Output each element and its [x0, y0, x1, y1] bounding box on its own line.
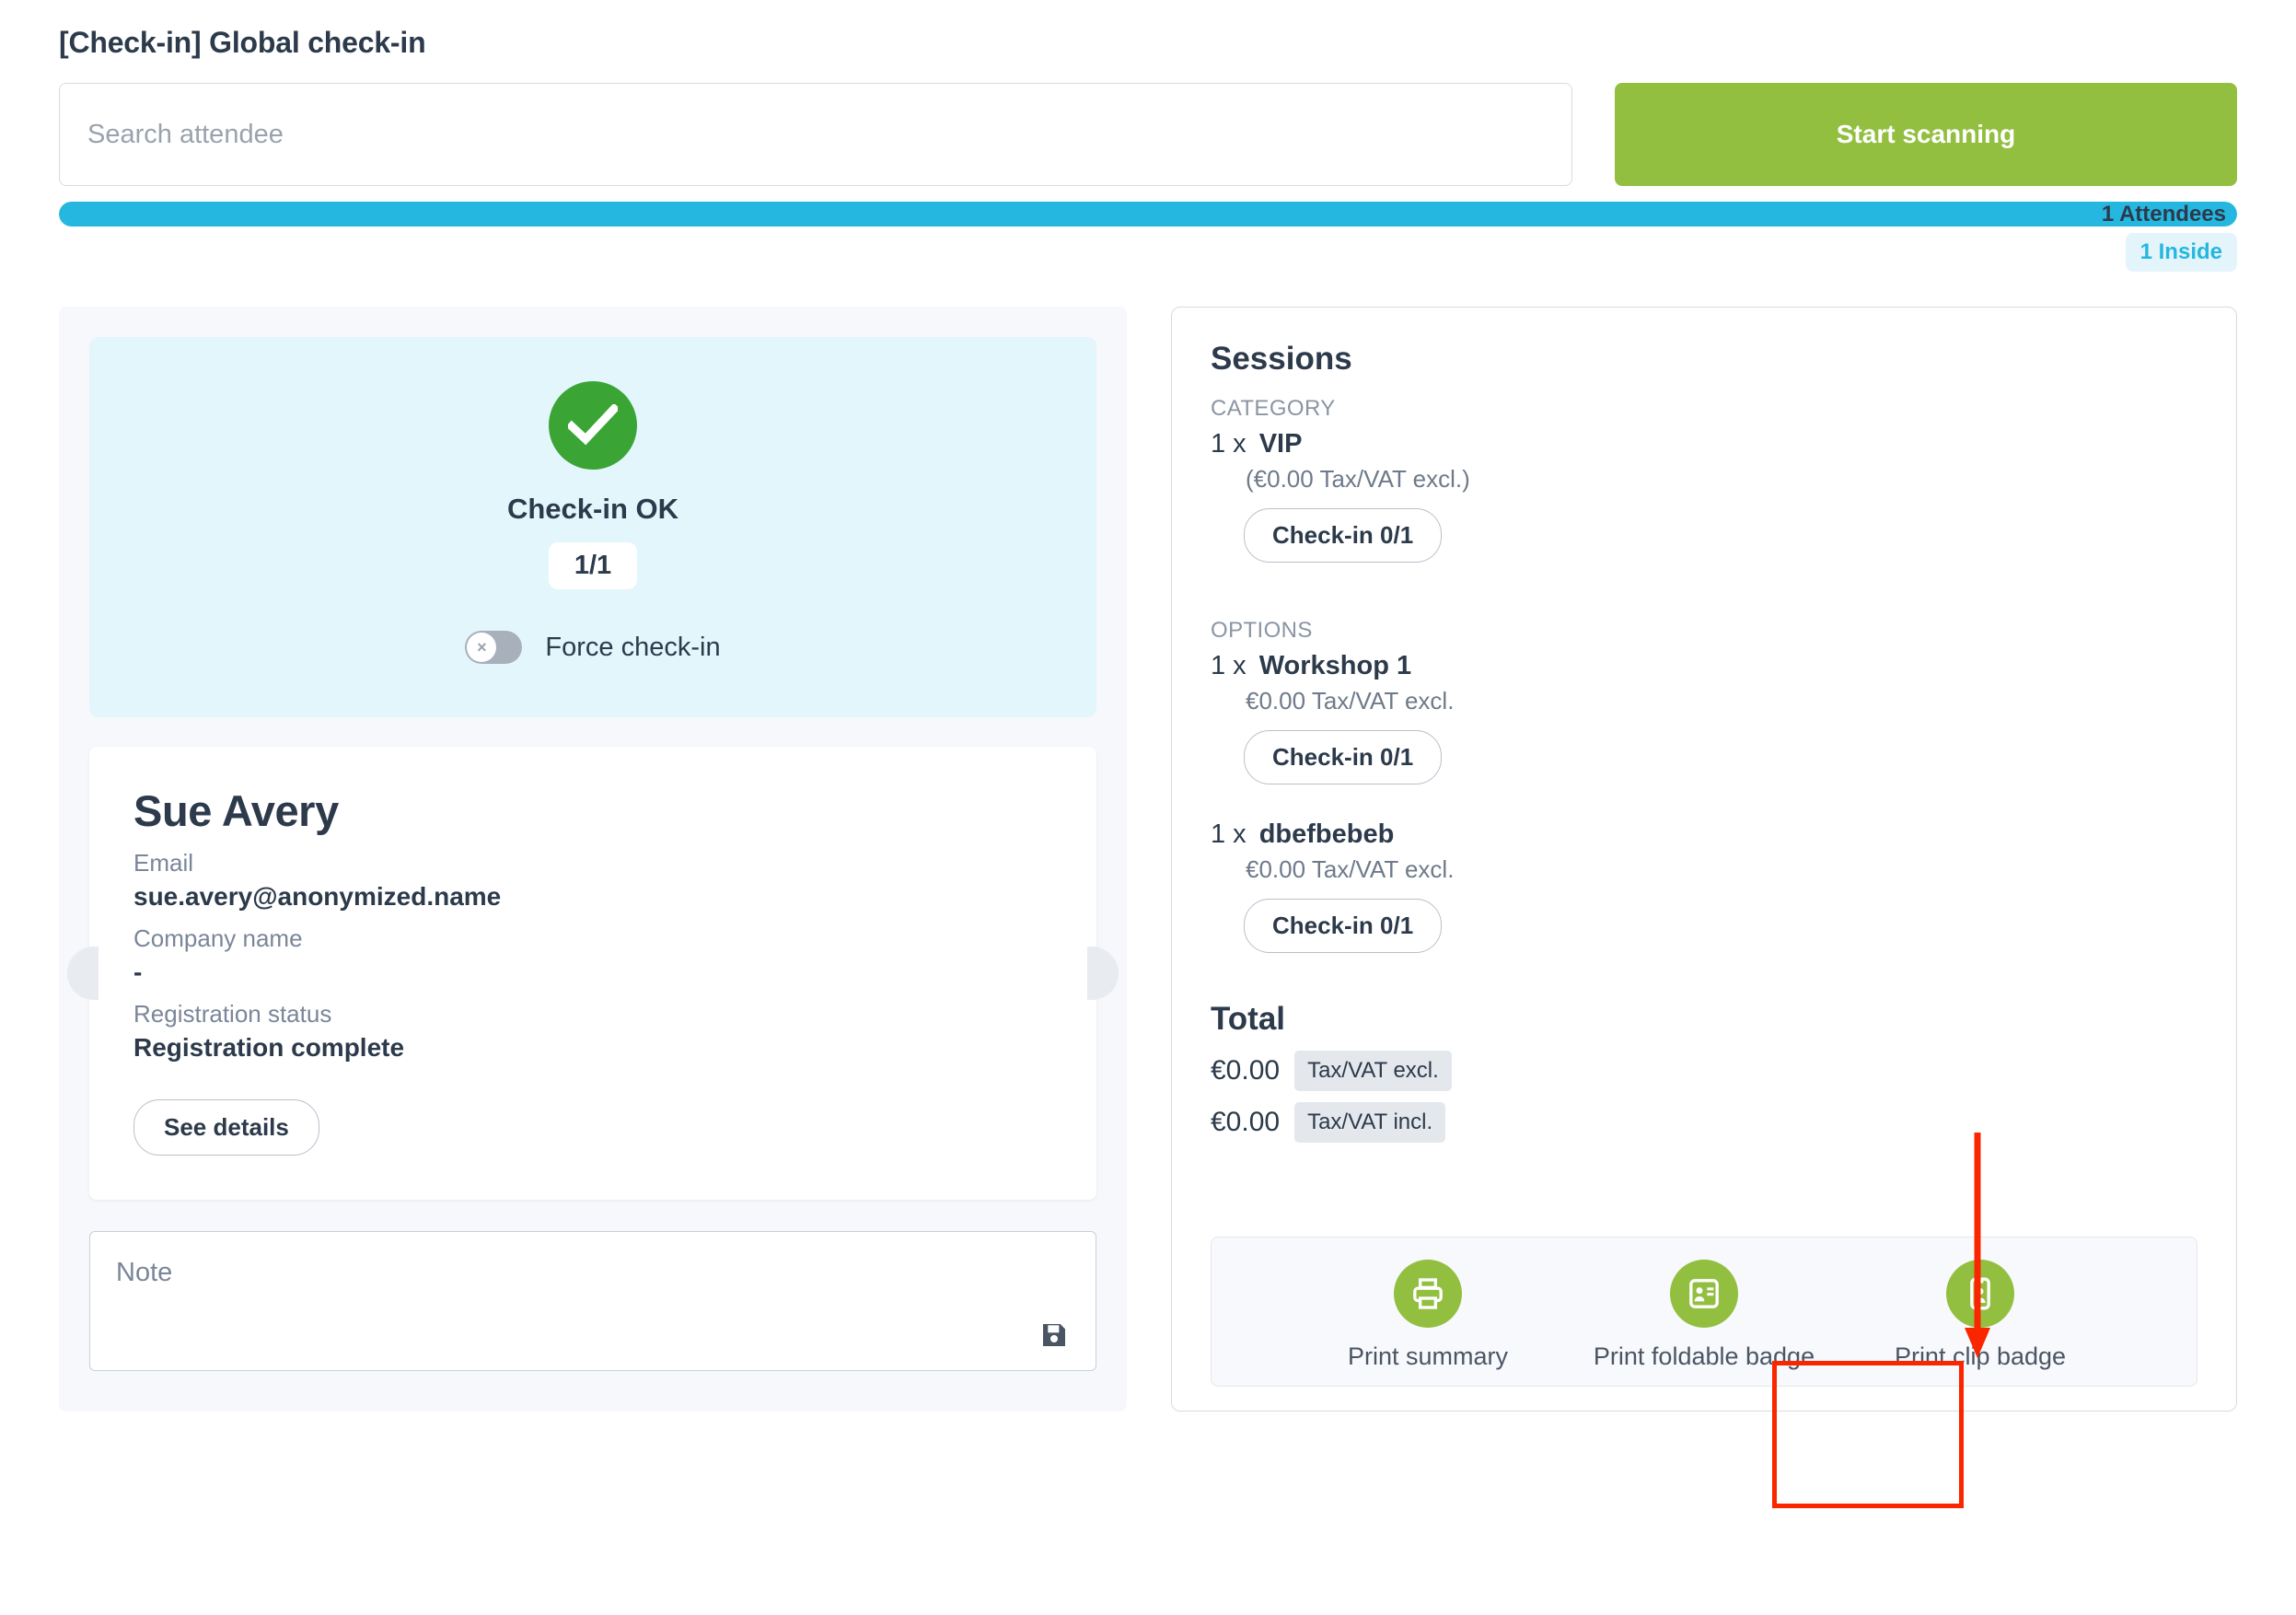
progress-track	[59, 202, 2237, 227]
force-checkin-row: × Force check-in	[108, 631, 1078, 664]
attendee-card: Sue Avery Email sue.avery@anonymized.nam…	[67, 747, 1119, 1200]
inside-badge: 1 Inside	[2125, 233, 2237, 272]
print-foldable-badge-label: Print foldable badge	[1593, 1342, 1815, 1370]
foldable-badge-icon	[1670, 1260, 1738, 1328]
search-row: Start scanning	[59, 83, 2237, 186]
check-success-icon	[549, 381, 637, 470]
start-scanning-button[interactable]: Start scanning	[1615, 83, 2237, 186]
sessions-group-category: CATEGORY 1 x VIP (€0.00 Tax/VAT excl.) C…	[1211, 396, 2197, 563]
search-input[interactable]	[59, 83, 1572, 186]
email-value: sue.avery@anonymized.name	[133, 882, 502, 911]
page-root: [Check-in] Global check-in Start scannin…	[0, 0, 2296, 1615]
session-qty: 1 x	[1211, 819, 1247, 849]
group-label-options: OPTIONS	[1211, 618, 1313, 643]
see-details-button[interactable]: See details	[133, 1099, 319, 1156]
print-clip-badge-label: Print clip badge	[1894, 1342, 2067, 1370]
email-label: Email	[133, 849, 194, 877]
print-actions-bar: Print summary Print foldable badge Print…	[1211, 1237, 2197, 1387]
registration-status-value: Registration complete	[133, 1033, 405, 1062]
total-row-incl: €0.00 Tax/VAT incl.	[1211, 1102, 2197, 1143]
checkin-count-badge: 1/1	[548, 542, 638, 589]
main-content: Check-in OK 1/1 × Force check-in Sue Ave…	[59, 307, 2237, 1412]
progress-fill	[59, 202, 2237, 227]
checkin-status-box: Check-in OK 1/1 × Force check-in	[89, 337, 1096, 717]
total-amount: €0.00	[1211, 1107, 1281, 1137]
checkin-status-text: Check-in OK	[506, 493, 679, 525]
session-checkin-button[interactable]: Check-in 0/1	[1244, 508, 1443, 563]
attendees-count-label: 1 Attendees	[2101, 202, 2226, 227]
total-tag: Tax/VAT excl.	[1294, 1051, 1452, 1091]
next-attendee-handle[interactable]	[1087, 947, 1119, 1000]
total-title: Total	[1211, 1001, 1286, 1037]
sessions-group-options: OPTIONS 1 x Workshop 1 €0.00 Tax/VAT exc…	[1211, 618, 2197, 953]
group-label-category: CATEGORY	[1211, 396, 1336, 421]
session-item: 1 x Workshop 1 €0.00 Tax/VAT excl. Check…	[1211, 651, 2197, 784]
right-panel: Sessions CATEGORY 1 x VIP (€0.00 Tax/VAT…	[1171, 307, 2237, 1412]
session-name: Workshop 1	[1258, 651, 1412, 680]
left-panel: Check-in OK 1/1 × Force check-in Sue Ave…	[59, 307, 1127, 1412]
sessions-title: Sessions	[1211, 341, 1352, 377]
session-price: €0.00 Tax/VAT excl.	[1246, 855, 1455, 883]
clip-badge-icon	[1946, 1260, 2014, 1328]
toggle-knob-x-icon: ×	[467, 633, 497, 662]
session-name: dbefbebeb	[1258, 819, 1395, 849]
session-item: 1 x dbefbebeb €0.00 Tax/VAT excl. Check-…	[1211, 819, 2197, 953]
session-qty: 1 x	[1211, 429, 1247, 459]
print-foldable-badge-button[interactable]: Print foldable badge	[1577, 1260, 1831, 1371]
total-row-excl: €0.00 Tax/VAT excl.	[1211, 1051, 2197, 1091]
save-note-icon[interactable]	[1039, 1320, 1069, 1350]
registration-status-label: Registration status	[133, 1000, 332, 1028]
company-value: -	[133, 958, 143, 986]
session-price: (€0.00 Tax/VAT excl.)	[1246, 465, 1470, 493]
force-checkin-label: Force check-in	[545, 632, 721, 662]
page-title: [Check-in] Global check-in	[59, 26, 426, 59]
print-summary-button[interactable]: Print summary	[1301, 1260, 1555, 1371]
session-qty: 1 x	[1211, 651, 1247, 680]
note-section	[89, 1231, 1096, 1376]
total-tag: Tax/VAT incl.	[1294, 1102, 1446, 1143]
session-item: 1 x VIP (€0.00 Tax/VAT excl.) Check-in 0…	[1211, 429, 2197, 563]
prev-attendee-handle[interactable]	[67, 947, 99, 1000]
inside-row: 1 Inside	[59, 233, 2237, 272]
total-amount: €0.00	[1211, 1055, 1281, 1086]
note-input[interactable]	[89, 1231, 1096, 1371]
session-checkin-button[interactable]: Check-in 0/1	[1244, 899, 1443, 953]
session-name: VIP	[1258, 429, 1303, 459]
session-price: €0.00 Tax/VAT excl.	[1246, 687, 1455, 715]
attendee-name: Sue Avery	[133, 786, 339, 835]
session-checkin-button[interactable]: Check-in 0/1	[1244, 730, 1443, 784]
print-clip-badge-button[interactable]: Print clip badge	[1853, 1260, 2107, 1371]
force-checkin-toggle[interactable]: ×	[465, 631, 523, 664]
company-label: Company name	[133, 924, 303, 952]
printer-icon	[1394, 1260, 1462, 1328]
print-summary-label: Print summary	[1347, 1342, 1509, 1370]
attendees-progress: 1 Attendees	[59, 202, 2237, 227]
